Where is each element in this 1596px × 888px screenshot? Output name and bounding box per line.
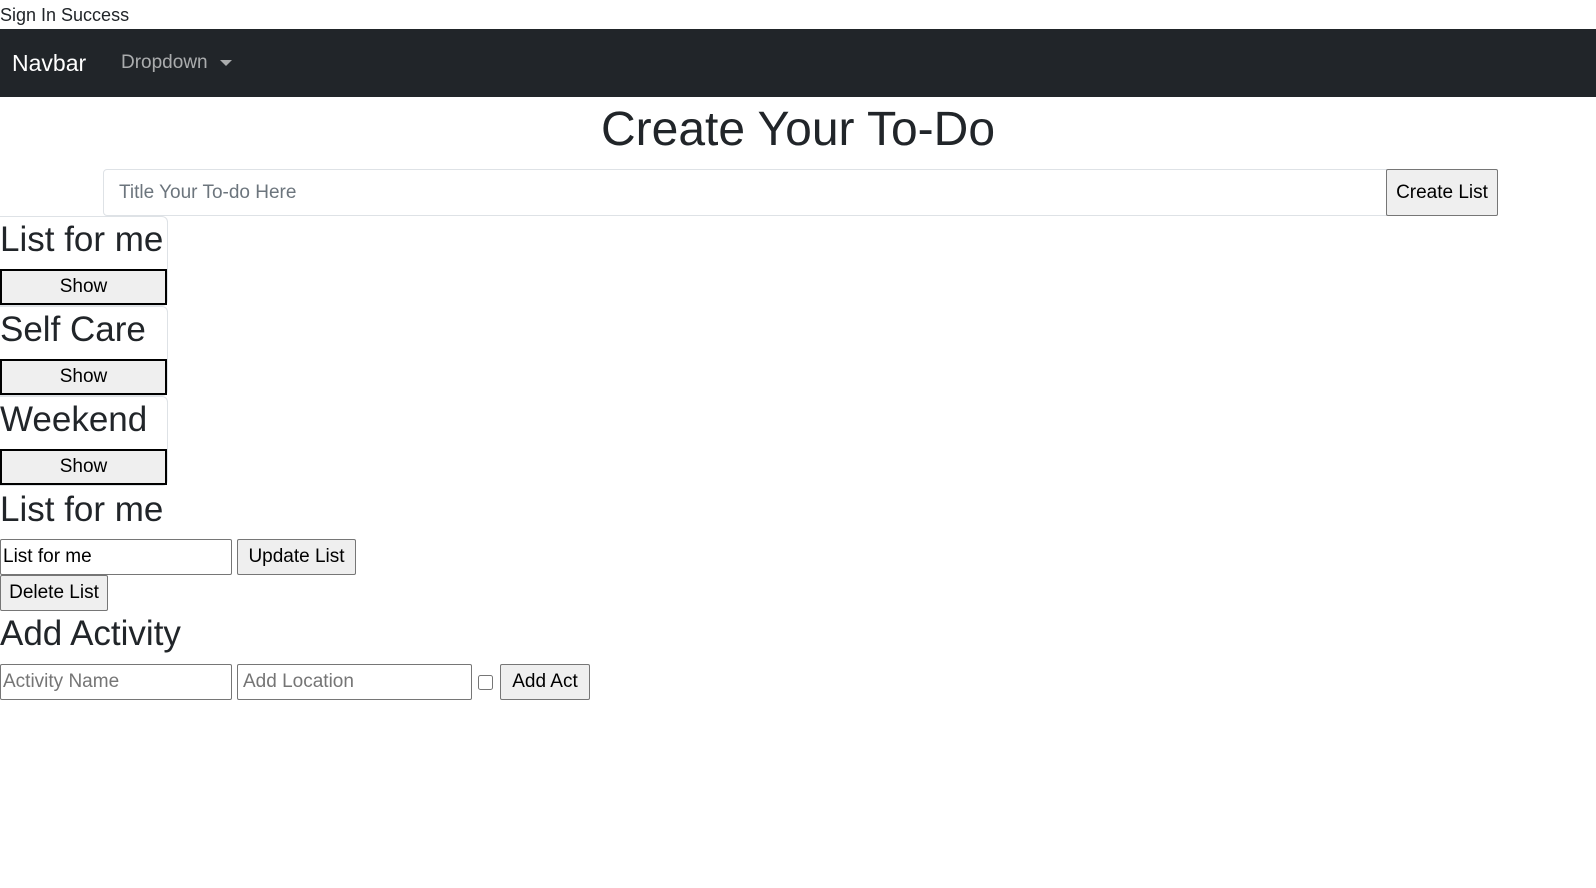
update-list-button[interactable]: Update List	[237, 539, 356, 575]
caret-down-icon	[219, 60, 232, 66]
create-list-button[interactable]: Create List	[1386, 169, 1498, 216]
list-card-title: Self Care	[0, 310, 146, 349]
page-title: Create Your To-Do	[600, 103, 996, 156]
list-card: Weekend Show	[0, 396, 168, 486]
show-list-button[interactable]: Show	[0, 269, 167, 305]
selected-list-heading: List for me	[0, 490, 164, 529]
list-card: Self Care Show	[0, 306, 168, 396]
list-card-title: List for me	[0, 220, 164, 259]
add-activity-heading: Add Activity	[0, 614, 181, 653]
show-list-button[interactable]: Show	[0, 449, 167, 485]
delete-list-button[interactable]: Delete List	[0, 575, 108, 611]
list-card: List for me Show	[0, 216, 168, 306]
add-activity-button[interactable]: Add Act	[500, 664, 590, 700]
nav-dropdown-toggle[interactable]: Dropdown	[121, 51, 232, 75]
nav-dropdown-label: Dropdown	[121, 52, 208, 73]
show-list-button[interactable]: Show	[0, 359, 167, 395]
activity-location-input[interactable]	[237, 664, 472, 700]
list-name-input[interactable]	[0, 539, 232, 575]
todo-title-input[interactable]	[103, 169, 1387, 216]
navbar: Navbar Dropdown	[0, 29, 1596, 97]
list-card-title: Weekend	[0, 400, 148, 439]
activity-checkbox[interactable]	[478, 675, 493, 690]
navbar-brand[interactable]: Navbar	[12, 48, 86, 78]
activity-name-input[interactable]	[0, 664, 232, 700]
sign-in-status: Sign In Success	[0, 5, 130, 25]
